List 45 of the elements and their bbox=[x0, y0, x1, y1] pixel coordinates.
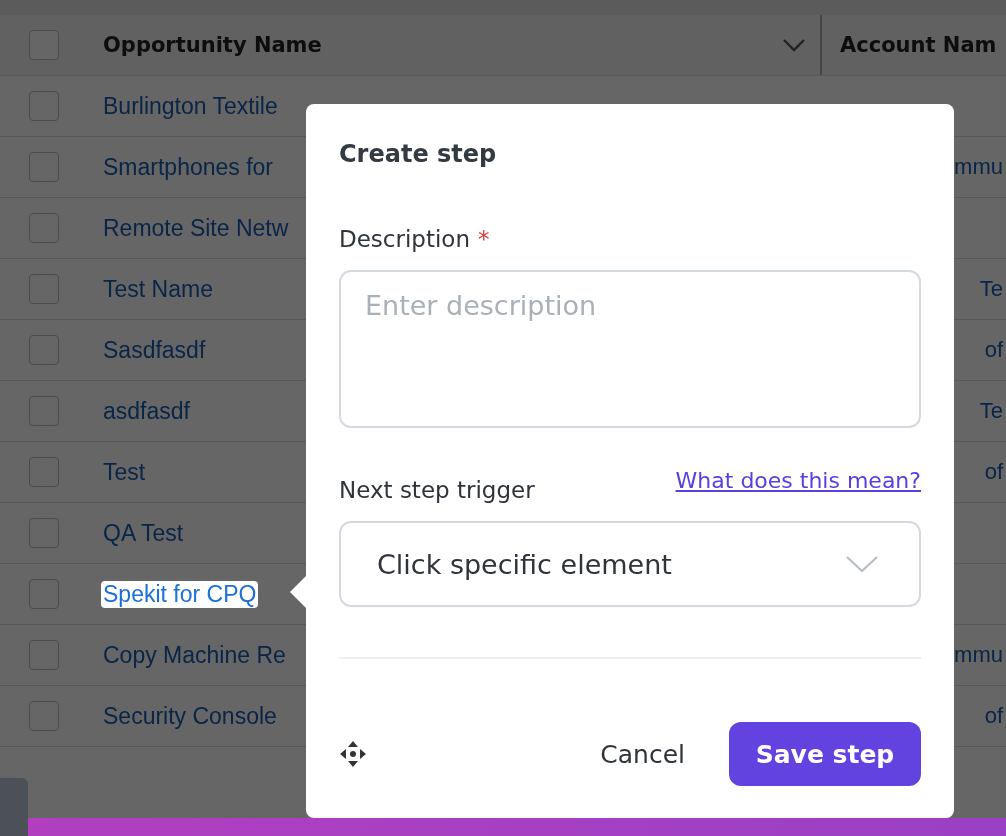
checkbox[interactable] bbox=[29, 30, 59, 60]
column-header: Account Nam bbox=[840, 33, 997, 57]
checkbox[interactable] bbox=[29, 579, 59, 609]
opportunity-link[interactable]: asdfasdf bbox=[103, 397, 190, 425]
account-link[interactable]: of bbox=[984, 459, 1003, 484]
opportunity-link[interactable]: Sasdfasdf bbox=[103, 336, 206, 364]
opportunity-link[interactable]: Test bbox=[103, 458, 146, 486]
chevron-down-icon bbox=[845, 555, 879, 573]
description-field[interactable]: Enter description bbox=[339, 270, 921, 428]
checkbox[interactable] bbox=[29, 518, 59, 548]
opportunity-link[interactable]: Remote Site Netw bbox=[103, 214, 289, 242]
dialog-title: Create step bbox=[339, 140, 498, 168]
checkbox[interactable] bbox=[29, 457, 59, 487]
checkbox[interactable] bbox=[29, 274, 59, 304]
checkbox[interactable] bbox=[29, 152, 59, 182]
opportunity-link[interactable]: Security Console bbox=[103, 702, 277, 730]
opportunity-link[interactable]: Test Name bbox=[103, 275, 213, 303]
field-label: Next step trigger bbox=[339, 477, 535, 503]
move-icon[interactable] bbox=[339, 740, 367, 768]
save-button[interactable]: Save step bbox=[729, 722, 921, 786]
column-header: Opportunity Name bbox=[103, 33, 322, 57]
account-link[interactable]: mmu bbox=[954, 154, 1003, 179]
account-link[interactable]: of bbox=[984, 337, 1003, 362]
checkbox[interactable] bbox=[29, 640, 59, 670]
help-link[interactable]: What does this mean? bbox=[675, 468, 921, 493]
opportunity-link[interactable]: Spekit for CPQ bbox=[101, 580, 259, 608]
account-link[interactable]: of bbox=[984, 703, 1003, 728]
checkbox[interactable] bbox=[29, 335, 59, 365]
checkbox[interactable] bbox=[29, 213, 59, 243]
checkbox[interactable] bbox=[29, 701, 59, 731]
account-link[interactable]: Te bbox=[979, 398, 1003, 423]
checkbox[interactable] bbox=[29, 396, 59, 426]
field-label: Description bbox=[339, 226, 470, 252]
cancel-button[interactable]: Cancel bbox=[586, 729, 699, 779]
opportunity-link[interactable]: Copy Machine Re bbox=[103, 641, 286, 669]
opportunity-link[interactable]: QA Test bbox=[103, 519, 184, 547]
trigger-select[interactable]: Click specific element bbox=[339, 521, 921, 607]
opportunity-link[interactable]: Smartphones for bbox=[103, 153, 274, 181]
opportunity-link[interactable]: Burlington Textile bbox=[103, 92, 278, 120]
chevron-down-icon[interactable] bbox=[782, 38, 806, 52]
account-link[interactable]: mmu bbox=[954, 642, 1003, 667]
account-link[interactable]: Te bbox=[979, 276, 1003, 301]
checkbox[interactable] bbox=[29, 91, 59, 121]
side-tab[interactable] bbox=[0, 778, 28, 836]
required-mark: * bbox=[478, 226, 490, 252]
